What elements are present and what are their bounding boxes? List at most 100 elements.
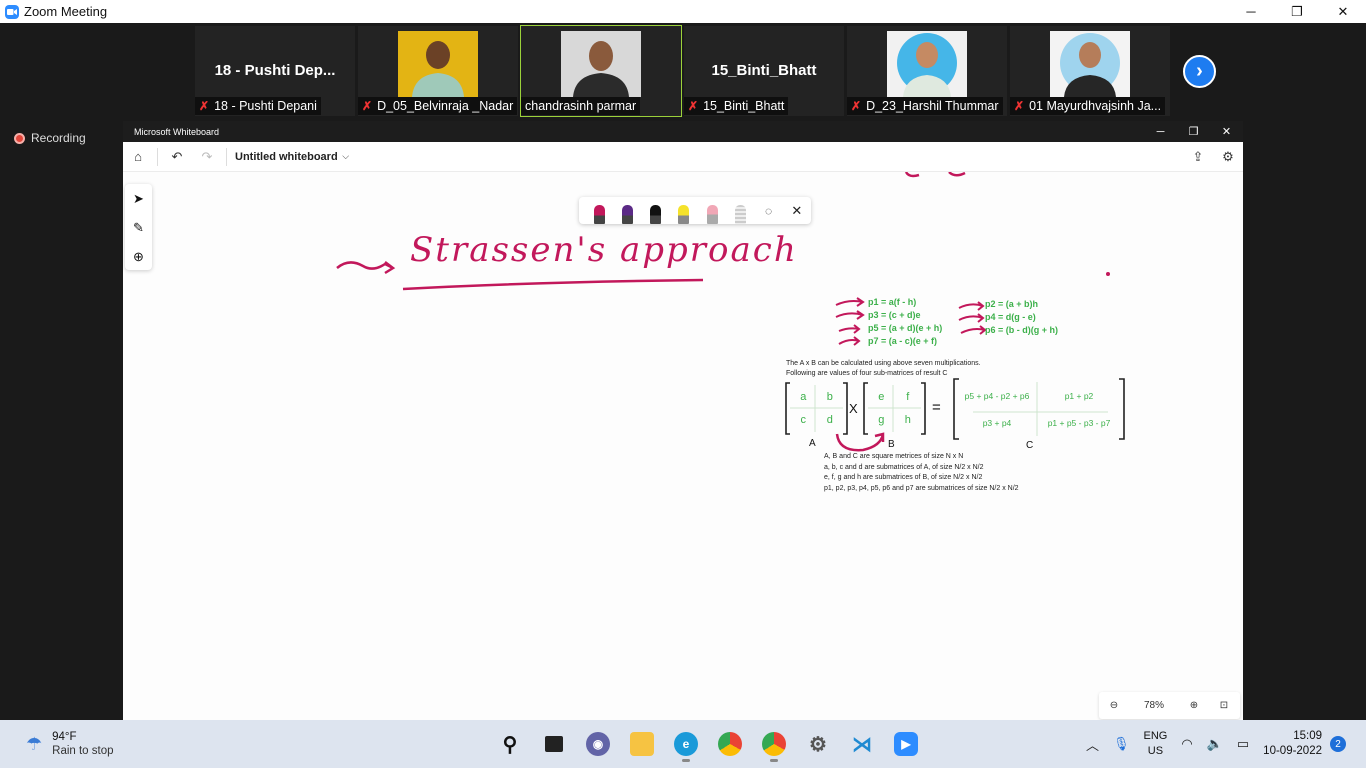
settings-gear-icon[interactable]: ⚙: [1213, 142, 1243, 172]
fit-to-screen-icon[interactable]: ⊡: [1209, 692, 1239, 719]
zoom-titlebar: Zoom Meeting ─ ❐ ✕: [0, 0, 1366, 23]
matrix-cell: e: [878, 390, 885, 403]
zoom-logo-icon: [5, 4, 19, 19]
search-button[interactable]: ⚲: [488, 726, 532, 762]
pen-tool-icon[interactable]: ✎: [125, 213, 152, 242]
participant-tile[interactable]: ✗ 01 Mayurdhvajsinh Ja...: [1010, 26, 1170, 116]
highlighter-yellow[interactable]: [670, 197, 698, 224]
wifi-icon[interactable]: ◠: [1181, 736, 1192, 752]
description: The A x B can be calculated using above …: [786, 359, 981, 379]
microphone-icon[interactable]: 🎙: [1113, 736, 1130, 752]
chrome-button[interactable]: [708, 726, 752, 762]
weather-widget[interactable]: ☂ 94°F Rain to stop: [26, 730, 114, 758]
matrix-cell: h: [904, 414, 911, 427]
matrix-cell: c: [800, 414, 807, 427]
formula: p2 = (a + b)h: [985, 299, 1039, 309]
participant-tile[interactable]: ✗ D_05_Belvinraja _Nadar: [358, 26, 518, 116]
share-icon[interactable]: ⇪: [1183, 142, 1213, 172]
pen-magenta[interactable]: [585, 197, 613, 224]
chevron-down-icon[interactable]: ⌵: [338, 142, 354, 172]
pen-black[interactable]: [642, 197, 670, 224]
start-button[interactable]: [444, 726, 488, 762]
participant-tile[interactable]: ✗ D_23_Harshil Thummar: [847, 26, 1007, 116]
handwritten-title: Strassen's approach: [410, 230, 798, 270]
clock-time: 15:09: [1293, 730, 1322, 742]
zoom-control: ⊖ 78% ⊕ ⊡: [1099, 692, 1240, 719]
chrome-profile-button[interactable]: [752, 726, 796, 762]
zoom-button[interactable]: ▶: [884, 726, 928, 762]
zoom-level: 78%: [1143, 700, 1164, 711]
whiteboard-window-title: Microsoft Whiteboard: [134, 126, 220, 137]
close-icon[interactable]: ✕: [783, 197, 811, 224]
equals-sign: =: [932, 399, 941, 416]
matrix-b: e f g h: [868, 385, 921, 432]
participant-display-name: 18 - Pushti Dep...: [214, 62, 336, 79]
task-view-button[interactable]: [532, 726, 576, 762]
recording-indicator[interactable]: Recording: [14, 131, 86, 145]
ink-arrow: [838, 336, 861, 346]
maximize-button[interactable]: ❐: [1274, 0, 1320, 23]
participant-tile-active-speaker[interactable]: chandrasinh parmar: [520, 25, 682, 117]
participant-name: chandrasinh parmar: [525, 99, 637, 113]
side-toolbar: ➤ ✎ ⊕: [125, 184, 152, 270]
formula-list-left: p1 = a(f - h) p3 = (c + d)e p5 = (a + d)…: [868, 296, 942, 348]
teams-chat-button[interactable]: ◉: [576, 726, 620, 762]
whiteboard-canvas[interactable]: Strassen's approach p1 = a(f - h) p3 = (…: [123, 172, 1243, 720]
pen-purple[interactable]: [613, 197, 641, 224]
file-explorer-button[interactable]: [620, 726, 664, 762]
times-sign: X: [849, 401, 858, 416]
matrix-cell: g: [878, 414, 885, 427]
mic-muted-icon: ✗: [688, 99, 699, 113]
participant-label: ✗ 18 - Pushti Depani: [195, 97, 321, 115]
chrome-icon: [718, 732, 742, 756]
settings-button[interactable]: ⚙: [796, 726, 840, 762]
matrix-cell: d: [826, 414, 833, 427]
next-page-button[interactable]: ›: [1183, 55, 1216, 88]
notification-badge[interactable]: 2: [1330, 736, 1346, 752]
participant-tile[interactable]: 18 - Pushti Dep... ✗ 18 - Pushti Depani: [195, 26, 355, 116]
participant-name: D_23_Harshil Thummar: [866, 99, 999, 113]
formula: p6 = (b - d)(g + h): [985, 325, 1058, 335]
whiteboard-close-button[interactable]: ✕: [1210, 121, 1243, 142]
participant-strip: 18 - Pushti Dep... ✗ 18 - Pushti Depani ✗…: [0, 23, 1366, 120]
ink-arrow: [960, 325, 987, 335]
volume-icon[interactable]: 🔈: [1207, 736, 1223, 752]
windows-logo-icon: [454, 732, 478, 756]
description-line: The A x B can be calculated using above …: [786, 360, 981, 367]
vscode-button[interactable]: ⋊: [840, 726, 884, 762]
matrix-cell: p3 + p4: [982, 417, 1012, 428]
formula-list-right: p2 = (a + b)h p4 = d(g - e) p6 = (b - d)…: [985, 298, 1058, 337]
ink-dot: [1106, 272, 1110, 276]
ruler-tool[interactable]: [726, 197, 754, 224]
settings-gear-icon: ⚙: [809, 733, 827, 756]
close-button[interactable]: ✕: [1320, 0, 1366, 23]
participant-display-name: 15_Binti_Bhatt: [711, 62, 817, 79]
matrix-cell: p1 + p2: [1064, 390, 1094, 401]
home-icon[interactable]: ⌂: [123, 142, 153, 172]
add-icon[interactable]: ⊕: [125, 242, 152, 271]
toolbar-divider: [226, 147, 227, 166]
lasso-select-icon[interactable]: ◌: [755, 197, 783, 224]
undo-icon[interactable]: ↶: [162, 142, 192, 172]
battery-icon[interactable]: ▭: [1237, 736, 1249, 752]
language-indicator[interactable]: ENG US: [1144, 729, 1168, 759]
whiteboard-minimize-button[interactable]: ─: [1144, 121, 1177, 142]
edge-button[interactable]: e: [664, 726, 708, 762]
select-pointer-icon[interactable]: ➤: [125, 184, 152, 213]
zoom-in-icon[interactable]: ⊕: [1179, 692, 1209, 719]
matrix-label: B: [888, 439, 895, 450]
formula: p5 = (a + d)(e + h): [868, 323, 943, 333]
language-code: ENG: [1143, 730, 1168, 742]
zoom-out-icon[interactable]: ⊖: [1099, 692, 1129, 719]
whiteboard-restore-button[interactable]: ❐: [1177, 121, 1210, 142]
chevron-up-icon[interactable]: ︿: [1086, 735, 1099, 754]
formula: p3 = (c + d)e: [868, 310, 921, 320]
minimize-button[interactable]: ─: [1228, 0, 1274, 23]
chevron-right-icon: ›: [1196, 60, 1203, 82]
board-name[interactable]: Untitled whiteboard: [235, 151, 338, 163]
participant-tile[interactable]: 15_Binti_Bhatt ✗ 15_Binti_Bhatt: [684, 26, 844, 116]
eraser-tool[interactable]: [698, 197, 726, 224]
redo-icon[interactable]: ↷: [192, 142, 222, 172]
clock[interactable]: 15:09 10-09-2022: [1263, 729, 1322, 759]
matrix-cell: f: [906, 390, 910, 403]
